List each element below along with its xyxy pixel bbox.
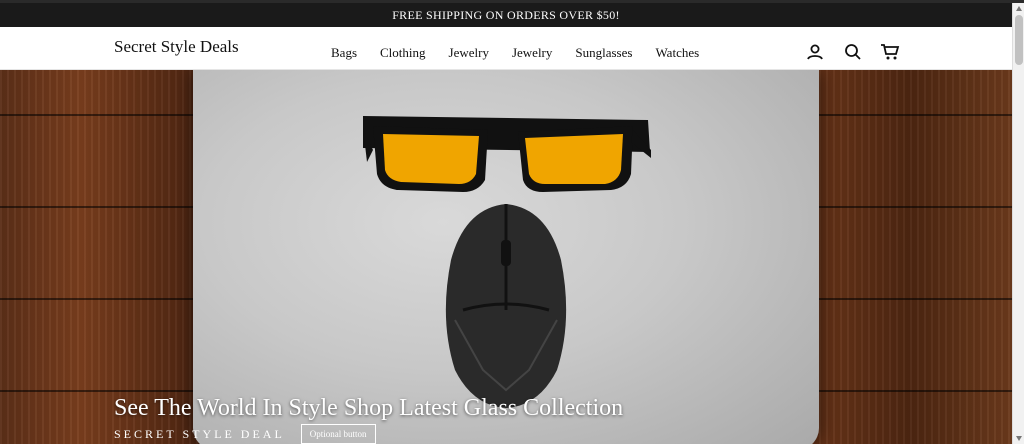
nav-item-clothing[interactable]: Clothing — [380, 45, 426, 61]
hero-image — [193, 70, 819, 444]
hero-sub: SECRET STYLE DEAL Optional button — [114, 424, 623, 444]
hero-title: See The World In Style Shop Latest Glass… — [114, 395, 624, 421]
nav-item-sunglasses[interactable]: Sunglasses — [575, 45, 632, 61]
search-icon[interactable] — [844, 43, 862, 66]
mouse-image — [445, 204, 567, 408]
main-nav: Bags Clothing Jewelry Jewelry Sunglasses… — [331, 45, 722, 61]
nav-item-watches[interactable]: Watches — [655, 45, 699, 61]
announcement-bar: FREE SHIPPING ON ORDERS OVER $50! — [0, 3, 1012, 27]
header-icons — [806, 43, 916, 66]
account-icon[interactable] — [806, 43, 824, 66]
optional-button[interactable]: Optional button — [300, 424, 376, 444]
scroll-up-icon[interactable] — [1016, 6, 1022, 11]
scrollbar[interactable] — [1012, 3, 1024, 444]
glasses-image — [363, 116, 651, 192]
site-logo[interactable]: Secret Style Deals — [114, 37, 239, 57]
hero-subtitle: SECRET STYLE DEAL — [114, 426, 285, 441]
announcement-text: FREE SHIPPING ON ORDERS OVER $50! — [392, 7, 620, 22]
site-header: Secret Style Deals Bags Clothing Jewelry… — [0, 27, 1012, 70]
hero-text: See The World In Style Shop Latest Glass… — [114, 395, 623, 444]
hero-image-art — [363, 116, 651, 408]
nav-item-jewelry[interactable]: Jewelry — [449, 45, 489, 61]
scroll-thumb[interactable] — [1015, 15, 1023, 65]
nav-item-bags[interactable]: Bags — [331, 45, 357, 61]
cart-icon[interactable] — [880, 43, 900, 66]
hero-banner: See The World In Style Shop Latest Glass… — [0, 70, 1012, 444]
scroll-down-icon[interactable] — [1016, 436, 1022, 441]
nav-item-jewelry-2[interactable]: Jewelry — [512, 45, 552, 61]
